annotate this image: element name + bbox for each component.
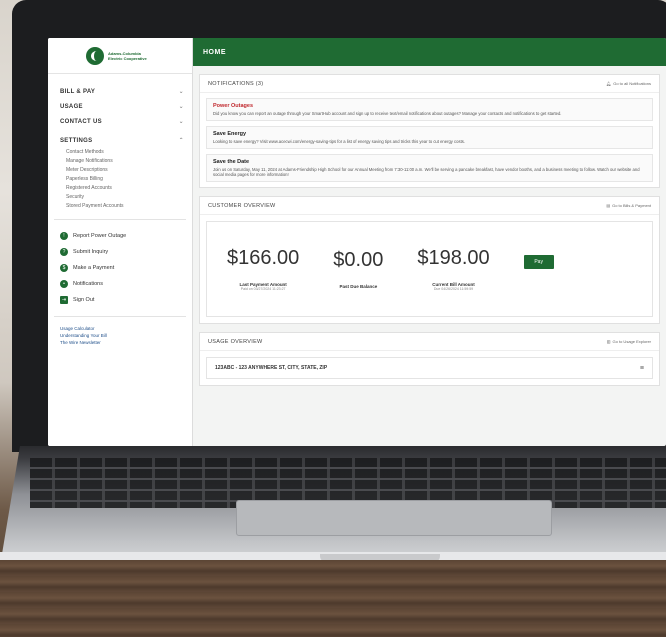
make-payment-action[interactable]: $ Make a Payment [48,260,192,276]
sidebar-divider [54,316,186,317]
bell-icon: • [60,280,68,288]
current-bill-due: Due 04/26/2024 11:59:59 [433,287,474,291]
action-label: Report Power Outage [73,233,127,239]
customer-overview-card: CUSTOMER OVERVIEW ▤ Go to Bills & Paymen… [199,196,660,324]
bills-payment-label: Go to Bills & Payment [612,203,651,208]
overview-header: CUSTOMER OVERVIEW ▤ Go to Bills & Paymen… [200,197,659,215]
submenu-security[interactable]: Security [66,193,192,202]
usage-account-row[interactable]: 123ABC - 123 ANYWHERE ST, CITY, STATE, Z… [206,357,653,379]
chevron-down-icon: ⌄ [178,119,184,125]
settings-submenu: Contact Methods Manage Notifications Met… [48,148,192,211]
submenu-paperless-billing[interactable]: Paperless Billing [66,175,192,184]
logo-text: Adams-Columbia Electric Cooperative [108,50,147,61]
cooperative-logo-icon [86,46,104,65]
notifications-action[interactable]: • Notifications [48,276,192,292]
usage-title: USAGE OVERVIEW [208,338,263,345]
notifications-header: NOTIFICATIONS (3) 🔔︎ Go to all Notificat… [200,75,659,93]
notifications-title: NOTIFICATIONS (3) [208,80,264,87]
alert-icon: ! [60,232,68,240]
notifications-card: NOTIFICATIONS (3) 🔔︎ Go to all Notificat… [199,74,660,188]
quick-actions: ! Report Power Outage ? Submit Inquiry $… [48,228,192,308]
link-understanding-bill[interactable]: Understanding Your Bill [60,332,192,339]
chevron-up-icon: ⌃ [178,138,184,144]
submenu-registered-accounts[interactable]: Registered Accounts [66,184,192,193]
last-payment: $166.00 Last Payment Amount Paid on 03/2… [227,247,299,291]
link-wire-newsletter[interactable]: The Wire Newsletter [60,339,192,346]
action-label: Sign Out [73,297,95,303]
notification-title: Save Energy [213,131,247,137]
last-payment-date: Paid on 03/27/2024 11:23:27 [240,287,286,291]
notification-title: Save the Date [213,159,250,165]
menu-icon[interactable]: ≡ [640,365,644,372]
usage-explorer-label: Go to Usage Explorer [612,339,651,344]
current-bill-amount: $198.00 [417,247,490,269]
sidebar-item-label: BILL & PAY [60,88,96,95]
report-outage-action[interactable]: ! Report Power Outage [48,228,192,244]
page-header: HOME [193,38,666,66]
chart-icon: ▥ [606,339,611,344]
sidebar-divider [54,219,186,220]
usage-account-label: 123ABC - 123 ANYWHERE ST, CITY, STATE, Z… [215,365,328,371]
sidebar-item-label: CONTACT US [60,118,102,125]
submenu-meter-descriptions[interactable]: Meter Descriptions [66,166,192,175]
submenu-contact-methods[interactable]: Contact Methods [66,148,192,157]
all-notifications-link[interactable]: 🔔︎ Go to all Notifications [606,81,651,86]
chevron-down-icon: ⌄ [178,104,184,110]
main-content: NOTIFICATIONS (3) 🔔︎ Go to all Notificat… [193,66,666,446]
pay-button[interactable]: Pay [523,255,554,269]
sidebar-item-label: SETTINGS [60,137,93,144]
notification-item[interactable]: Power Outages Did you know you can repor… [206,98,653,121]
laptop-screen: Adams-Columbia Electric Cooperative BILL… [48,38,666,446]
document-icon: ▤ [606,203,611,208]
sidebar-item-usage[interactable]: USAGE ⌄ [48,99,192,114]
past-due-label: Past Due Balance [339,284,378,289]
submenu-manage-notifications[interactable]: Manage Notifications [66,157,192,166]
bills-payment-link[interactable]: ▤ Go to Bills & Payment [606,203,651,208]
submit-inquiry-action[interactable]: ? Submit Inquiry [48,244,192,260]
submenu-stored-payment-accounts[interactable]: Stored Payment Accounts [66,202,192,211]
action-label: Submit Inquiry [73,249,109,255]
question-icon: ? [60,248,68,256]
past-due: $0.00 Past Due Balance [333,249,383,289]
resource-links: Usage Calculator Understanding Your Bill… [48,325,192,346]
last-payment-amount: $166.00 [227,247,300,269]
page-title: HOME [203,48,226,56]
all-notifications-label: Go to all Notifications [613,81,651,86]
sign-out-icon: ⇥ [60,296,68,304]
dollar-icon: $ [60,264,68,272]
usage-explorer-link[interactable]: ▥ Go to Usage Explorer [607,339,651,344]
notification-item[interactable]: Save Energy Looking to save energy? Visi… [206,126,653,149]
usage-overview-card: USAGE OVERVIEW ▥ Go to Usage Explorer 12… [199,332,660,386]
logo[interactable]: Adams-Columbia Electric Cooperative [48,38,192,74]
sidebar-item-label: USAGE [60,103,83,110]
past-due-amount: $0.00 [333,249,384,271]
current-bill: $198.00 Current Bill Amount Due 04/26/20… [417,247,489,291]
bell-icon: 🔔︎ [606,81,612,86]
notification-body: Did you know you can report an outage th… [213,111,562,116]
overview-title: CUSTOMER OVERVIEW [208,202,276,209]
action-label: Make a Payment [73,265,115,271]
sidebar-menu: BILL & PAY ⌄ USAGE ⌄ CONTACT US ⌄ SETTIN… [48,74,192,211]
chevron-down-icon: ⌄ [178,89,184,95]
action-label: Notifications [73,281,103,287]
usage-header: USAGE OVERVIEW ▥ Go to Usage Explorer [200,333,659,351]
sidebar: Adams-Columbia Electric Cooperative BILL… [48,38,193,446]
sidebar-item-bill-pay[interactable]: BILL & PAY ⌄ [48,84,192,99]
sign-out-action[interactable]: ⇥ Sign Out [48,292,192,308]
trackpad [236,500,552,536]
wooden-desk [0,560,666,637]
overview-amounts: $166.00 Last Payment Amount Paid on 03/2… [206,221,653,317]
link-usage-calculator[interactable]: Usage Calculator [60,325,192,332]
notification-item[interactable]: Save the Date Join us on Saturday, May 1… [206,154,653,182]
notification-body: Looking to save energy? Visit www.acecwi… [213,139,465,144]
notification-body: Join us on Saturday, May 11, 2024 at Ada… [213,167,640,177]
sidebar-item-contact-us[interactable]: CONTACT US ⌄ [48,114,192,129]
notification-title: Power Outages [213,103,254,109]
sidebar-item-settings[interactable]: SETTINGS ⌃ [48,133,192,148]
